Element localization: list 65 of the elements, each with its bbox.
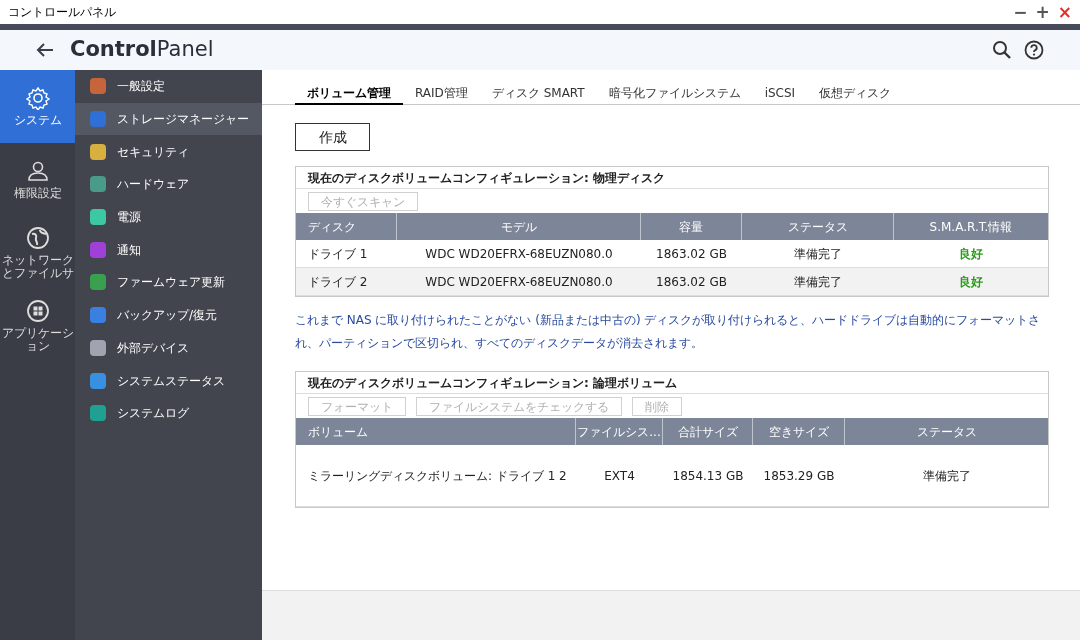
menu-item[interactable]: 外部デバイス <box>75 331 262 365</box>
menu-item-icon <box>89 77 107 96</box>
tab[interactable]: iSCSI <box>752 83 808 105</box>
user-icon <box>25 159 50 183</box>
table-cell-text: ドライブ 2 <box>307 273 369 291</box>
tab[interactable]: ボリューム管理 <box>295 83 403 105</box>
search-icon[interactable] <box>992 40 1012 60</box>
menu-item-icon <box>89 208 107 227</box>
table-cell-text: 良好 <box>958 273 984 291</box>
table-cell-text: 良好 <box>958 245 984 263</box>
menu-item-icon <box>89 338 107 357</box>
table-cell-text: ミラーリングディスクボリューム: ドライブ 1 2 <box>307 467 568 485</box>
menu-item-icon <box>89 175 107 194</box>
table-cell-text: WDC WD20EFRX-68EUZN080.0 <box>424 273 614 291</box>
menu-item-icon <box>89 371 107 390</box>
back-arrow-icon[interactable] <box>36 42 54 58</box>
table-cell-text: 1863.02 GB <box>655 245 728 263</box>
column-header: S.M.A.R.T.情報 <box>928 218 1014 236</box>
category-tab[interactable]: アプリケーション <box>0 289 75 362</box>
grid-icon <box>25 298 50 323</box>
menu-item-icon <box>89 240 107 259</box>
menu-item[interactable]: セキュリティ <box>75 135 262 169</box>
menu-item-icon <box>89 404 107 423</box>
help-icon[interactable] <box>1024 40 1044 60</box>
panel-title: 現在のディスクボリュームコンフィギュレーション: 物理ディスク <box>296 167 1048 189</box>
category-tab[interactable]: システム <box>0 70 75 143</box>
menu-item[interactable]: システムログ <box>75 396 262 430</box>
menu-item-icon <box>89 273 107 292</box>
table-cell-text: 準備完了 <box>793 245 843 263</box>
menu-item-icon <box>89 142 107 161</box>
menu-item-icon <box>89 306 107 325</box>
category-tab[interactable]: ネットワークとファイルサ <box>0 216 75 289</box>
menu-item[interactable]: システムステータス <box>75 364 262 397</box>
menu-item[interactable]: ストレージマネージャー <box>75 102 262 136</box>
close-button[interactable]: × <box>1057 3 1072 21</box>
create-button[interactable]: 作成 <box>295 123 370 151</box>
menu-item[interactable]: 電源 <box>75 200 262 234</box>
minimize-button[interactable]: − <box>1013 3 1028 21</box>
table-cell-text: 1854.13 GB <box>671 467 745 485</box>
globe-icon <box>25 225 50 250</box>
tab[interactable]: 暗号化ファイルシステム <box>596 83 753 105</box>
menu-item[interactable]: バックアップ/復元 <box>75 298 262 332</box>
app-title: ControlPanel <box>70 36 214 64</box>
settings-icon <box>25 86 50 110</box>
menu-item[interactable]: 一般設定 <box>75 70 262 103</box>
panel-title: 現在のディスクボリュームコンフィギュレーション: 論理ボリューム <box>296 372 1048 394</box>
category-tab[interactable]: 権限設定 <box>0 143 75 216</box>
table-cell-text: 準備完了 <box>793 273 843 291</box>
tab[interactable]: RAID管理 <box>403 83 480 105</box>
table-cell-text: 準備完了 <box>921 467 972 485</box>
notice-text: これまで NAS に取り付けられたことがない (新品または中古の) ディスクが取り付けられると、ハードドライブは自動的にフォーマットされ、パーティションで区切られ、すべてのディスクデータが消去されます。 <box>295 312 1042 352</box>
tab[interactable]: ディスク SMART <box>479 83 597 105</box>
menu-item[interactable]: ファームウェア更新 <box>75 266 262 299</box>
menu-item[interactable]: 通知 <box>75 233 262 267</box>
column-header: ステータス <box>915 423 978 441</box>
maximize-button[interactable]: + <box>1035 3 1050 21</box>
table-cell-text: WDC WD20EFRX-68EUZN080.0 <box>424 245 614 263</box>
table-cell-text: ドライブ 1 <box>307 245 369 263</box>
tab[interactable]: 仮想ディスク <box>807 83 904 105</box>
window-title: コントロールパネル <box>8 4 116 21</box>
table-cell-text: 1853.29 GB <box>762 467 836 485</box>
table-cell-text: 1863.02 GB <box>655 273 728 291</box>
table-cell-text: EXT4 <box>603 467 636 485</box>
menu-item[interactable]: ハードウェア <box>75 168 262 201</box>
menu-item-icon <box>89 110 107 129</box>
